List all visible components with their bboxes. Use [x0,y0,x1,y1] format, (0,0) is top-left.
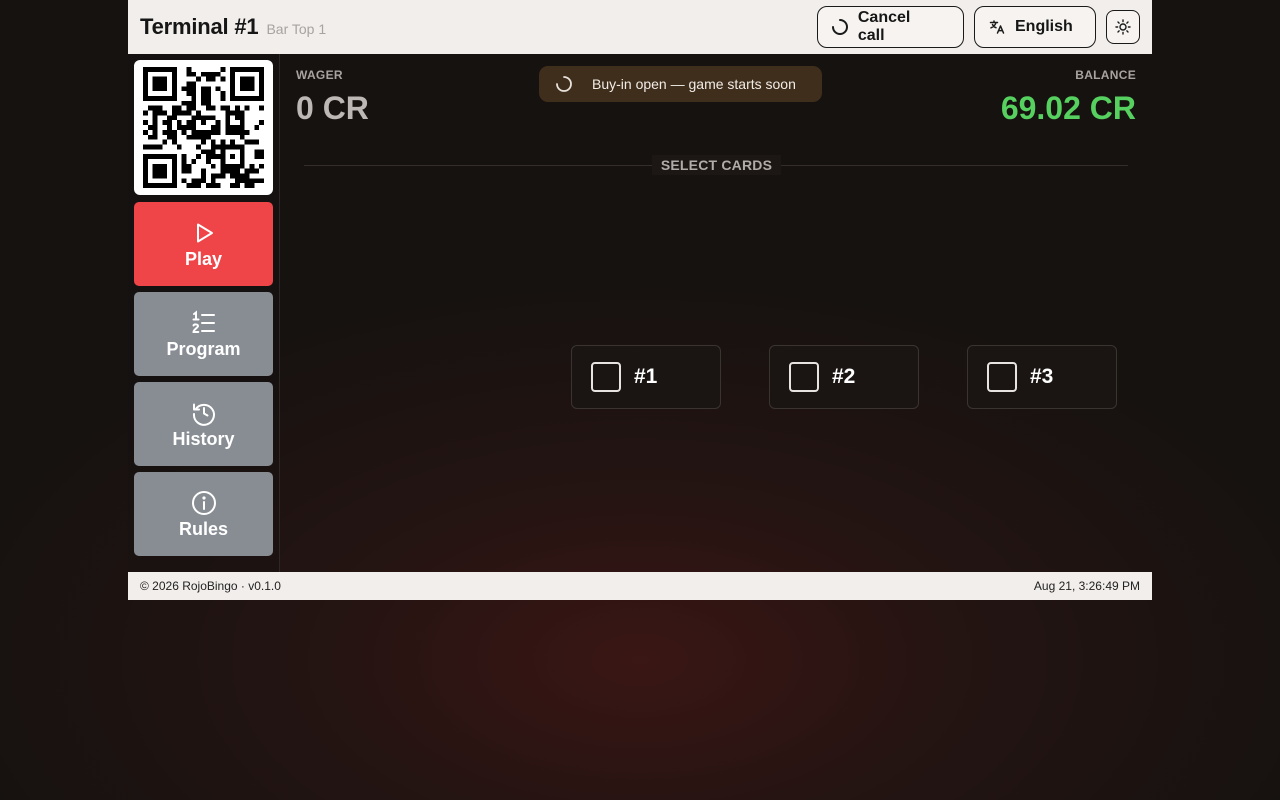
terminal-location: Bar Top 1 [266,21,327,37]
card-option-3[interactable]: #3 [967,345,1117,409]
language-button[interactable]: English [974,6,1096,48]
sidebar-item-label: Rules [178,518,229,539]
card-label: #2 [832,365,856,388]
sidebar-item-program[interactable]: Program [134,292,273,376]
cancel-call-label: Cancel call [857,9,911,44]
clock-datetime: Aug 21, 3:26:49 PM [1033,579,1140,593]
history-icon [190,399,218,427]
spinner-icon [553,73,575,95]
card-option-2[interactable]: #2 [769,345,919,409]
card-label: #1 [634,365,658,388]
balance-value: 69.02 CR [1000,90,1136,126]
terminal-app: Terminal #1 Bar Top 1 Cancel call Englis… [128,0,1152,600]
play-icon [190,219,218,247]
header-actions: Cancel call English [817,6,1140,48]
main-panel: WAGER 0 CR Buy-in open — game starts soo… [280,54,1152,572]
numbered-list-icon [190,309,218,337]
wager-label: WAGER [296,68,343,82]
page-title: Terminal #1 [140,14,259,39]
footer-bar: © 2026 RojoBingo · v0.1.0 Aug 21, 3:26:4… [128,572,1152,600]
theme-toggle-button[interactable] [1106,10,1140,44]
game-status-banner: Buy-in open — game starts soon [539,66,822,102]
sidebar-item-history[interactable]: History [134,382,273,466]
wager-value: 0 CR [296,90,369,126]
language-label: English [1015,18,1073,35]
sidebar-item-rules[interactable]: Rules [134,472,273,556]
sidebar-item-label: History [172,428,235,449]
translate-icon [987,17,1007,37]
sun-icon [1113,17,1133,37]
header-bar: Terminal #1 Bar Top 1 Cancel call Englis… [128,0,1152,54]
sidebar-item-label: Program [166,338,241,359]
info-icon [190,489,218,517]
cancel-call-button[interactable]: Cancel call [817,6,964,48]
card-checkbox[interactable] [789,362,819,392]
sidebar: Play Program History Rules [128,54,280,572]
card-label: #3 [1030,365,1054,388]
card-checkbox[interactable] [987,362,1017,392]
copyright-text: © 2026 RojoBingo · v0.1.0 [140,579,281,593]
game-status-text: Buy-in open — game starts soon [592,76,796,92]
qr-code [134,60,273,195]
sidebar-item-label: Play [184,248,223,269]
balance-label: BALANCE [1075,68,1136,82]
card-option-1[interactable]: #1 [571,345,721,409]
section-title: SELECT CARDS [652,155,781,175]
sidebar-item-play[interactable]: Play [134,202,273,286]
spinner-icon [830,17,850,37]
card-checkbox[interactable] [591,362,621,392]
